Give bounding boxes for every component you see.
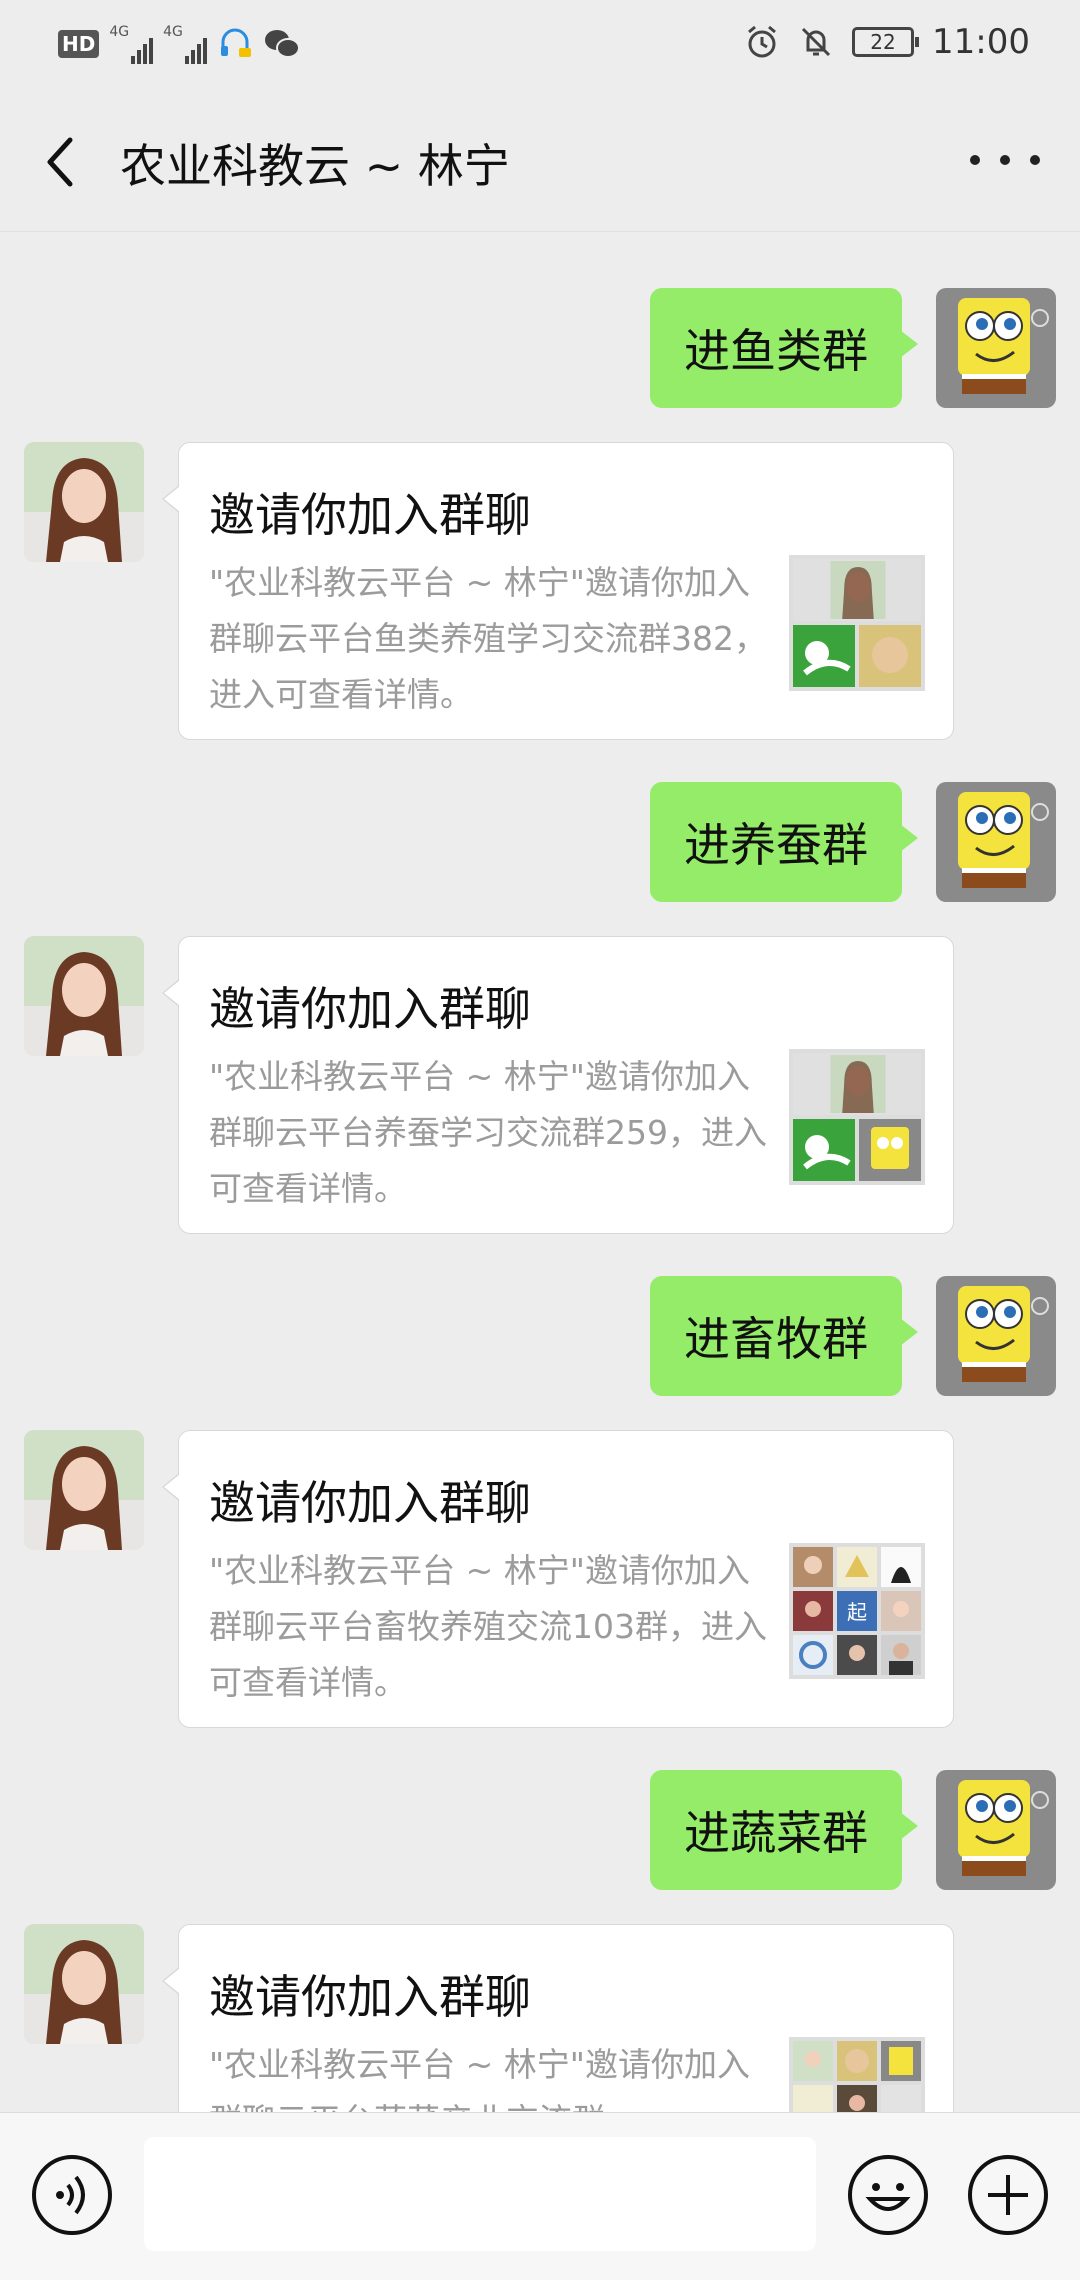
- alarm-icon: [748, 25, 776, 58]
- back-arrow-icon[interactable]: [36, 132, 84, 192]
- emoji-icon[interactable]: [846, 2153, 930, 2237]
- contact-avatar[interactable]: [24, 1430, 144, 1550]
- status-right: 22 11:00: [744, 22, 1030, 62]
- hd-badge: HD: [58, 30, 100, 58]
- invite-description: "农业科教云平台 ~ 林宁"邀请你加入群聊云平台养蚕学习交流群259，进入可查看…: [209, 1057, 767, 1208]
- sponge-avatar-icon: [936, 288, 1056, 408]
- my-avatar[interactable]: [936, 288, 1056, 408]
- chat-title: 农业科教云 ~ 林宁: [120, 139, 510, 193]
- outgoing-message[interactable]: 进畜牧群: [650, 1276, 918, 1396]
- group-thumbnail: [789, 2037, 925, 2112]
- invite-description: "农业科教云平台 ~ 林宁"邀请你加入群聊云平台蔬菜产业交流群: [209, 2045, 750, 2112]
- plus-icon[interactable]: [966, 2153, 1050, 2237]
- my-avatar[interactable]: [936, 782, 1056, 902]
- group-thumbnail: [789, 555, 925, 691]
- woman-avatar-icon: [24, 1430, 144, 1550]
- invite-title: 邀请你加入群聊: [209, 1476, 531, 1530]
- contact-avatar[interactable]: [24, 442, 144, 562]
- invite-title: 邀请你加入群聊: [209, 1970, 531, 2024]
- outgoing-message[interactable]: 进鱼类群: [650, 288, 918, 408]
- contact-avatar[interactable]: [24, 1924, 144, 2044]
- invite-description: "农业科教云平台 ~ 林宁"邀请你加入群聊云平台畜牧养殖交流103群，进入可查看…: [209, 1551, 767, 1702]
- wechat-icon: [264, 30, 300, 58]
- svg-text:起: 起: [847, 1600, 867, 1624]
- mute-bell-icon: [801, 27, 831, 57]
- voice-icon[interactable]: [30, 2153, 114, 2237]
- group-invite-card[interactable]: 邀请你加入群聊 "农业科教云平台 ~ 林宁"邀请你加入群聊云平台鱼类养殖学习交流…: [162, 442, 954, 740]
- woman-avatar-icon: [24, 1924, 144, 2044]
- battery-indicator: 22: [852, 27, 920, 57]
- sponge-avatar-icon: [936, 782, 1056, 902]
- invite-title: 邀请你加入群聊: [209, 488, 531, 542]
- contact-avatar[interactable]: [24, 936, 144, 1056]
- my-avatar[interactable]: [936, 1770, 1056, 1890]
- sponge-avatar-icon: [936, 1276, 1056, 1396]
- chat-header: 农业科教云 ~ 林宁: [0, 92, 1080, 232]
- headset-icon: [220, 28, 251, 57]
- woman-avatar-icon: [24, 936, 144, 1056]
- message-input[interactable]: [144, 2137, 816, 2251]
- signal-icon: 4G: [109, 24, 154, 64]
- group-thumbnail: [789, 1049, 925, 1185]
- status-bar: HD 4G 4G 22 11:00: [0, 0, 1080, 92]
- input-bar: [0, 2112, 1080, 2280]
- outgoing-message[interactable]: 进蔬菜群: [650, 1770, 918, 1890]
- group-thumbnail: 起: [789, 1543, 925, 1679]
- woman-avatar-icon: [24, 442, 144, 562]
- my-avatar[interactable]: [936, 1276, 1056, 1396]
- invite-description: "农业科教云平台 ~ 林宁"邀请你加入群聊云平台鱼类养殖学习交流群382，进入可…: [209, 563, 767, 714]
- outgoing-message[interactable]: 进养蚕群: [650, 782, 918, 902]
- clock: 11:00: [932, 22, 1030, 62]
- group-invite-card[interactable]: 邀请你加入群聊 "农业科教云平台 ~ 林宁"邀请你加入群聊云平台畜牧养殖交流10…: [162, 1430, 954, 1728]
- group-invite-card[interactable]: 邀请你加入群聊 "农业科教云平台 ~ 林宁"邀请你加入群聊云平台养蚕学习交流群2…: [162, 936, 954, 1234]
- signal-icon-2: 4G: [163, 24, 207, 64]
- status-left: HD 4G 4G: [58, 24, 301, 64]
- more-dots-icon[interactable]: [970, 140, 1040, 180]
- invite-title: 邀请你加入群聊: [209, 982, 531, 1036]
- sponge-avatar-icon: [936, 1770, 1056, 1890]
- group-invite-card[interactable]: 邀请你加入群聊 "农业科教云平台 ~ 林宁"邀请你加入群聊云平台蔬菜产业交流群: [162, 1924, 954, 2112]
- chat-area[interactable]: 进鱼类群 邀请你加入群聊 "农业科教云平台 ~ 林宁"邀请你加入群聊云平台鱼类养…: [0, 232, 1080, 2112]
